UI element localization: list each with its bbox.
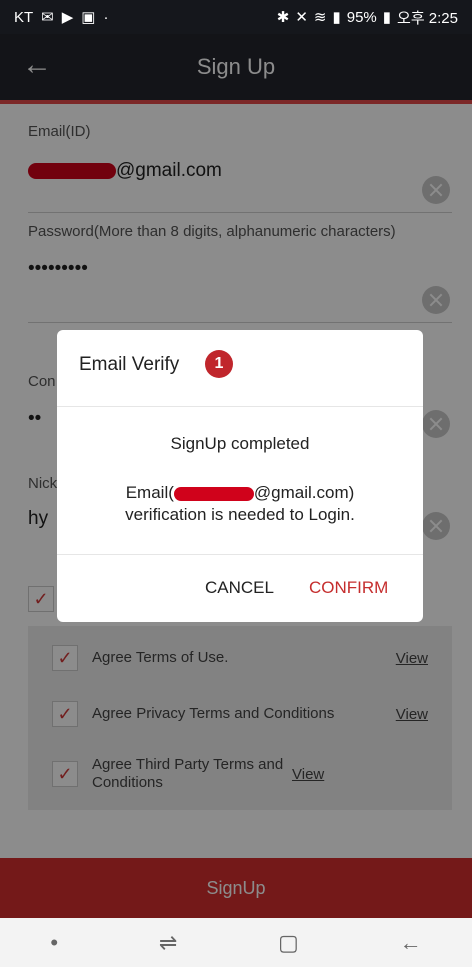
battery-icon: ▮ (382, 9, 392, 26)
play-store-icon: ▶ (61, 9, 74, 26)
recent-apps-icon[interactable]: ⇌ (159, 930, 177, 956)
clock: 오후 2:25 (397, 9, 458, 27)
dot-icon: · (103, 8, 109, 26)
email-verify-dialog: Email Verify 1 SignUp completed Email(@g… (57, 330, 423, 622)
signal-icon: ▮ (332, 9, 341, 26)
battery-level: 95% (346, 8, 377, 26)
status-bar: KT ✉ ▶ ▣ · ✱ ✕ ≋ ▮ 95% ▮ 오후 2:25 (0, 0, 472, 34)
bluetooth-icon: ✱ (276, 9, 290, 26)
cancel-button[interactable]: CANCEL (205, 578, 274, 598)
redaction-mark (173, 486, 254, 501)
divider (57, 406, 423, 407)
navigation-bar: • ⇌ ▢ ← (0, 918, 472, 967)
wifi-icon: ≋ (313, 9, 327, 26)
dot-icon[interactable]: • (50, 930, 58, 956)
mute-icon: ✕ (295, 9, 308, 26)
back-icon[interactable]: ← (400, 930, 422, 956)
home-icon[interactable]: ▢ (278, 930, 299, 956)
step-badge: 1 (205, 350, 233, 378)
signup-completed-text: SignUp completed (170, 434, 310, 453)
divider (57, 554, 423, 555)
mail-icon: ✉ (41, 9, 54, 26)
confirm-button[interactable]: CONFIRM (309, 578, 388, 598)
verification-message: Email(@gmail.com) verification is needed… (125, 483, 355, 524)
app-notification-icon: ▣ (81, 9, 96, 26)
carrier-label: KT (14, 8, 34, 26)
dialog-title: Email Verify (79, 354, 180, 375)
